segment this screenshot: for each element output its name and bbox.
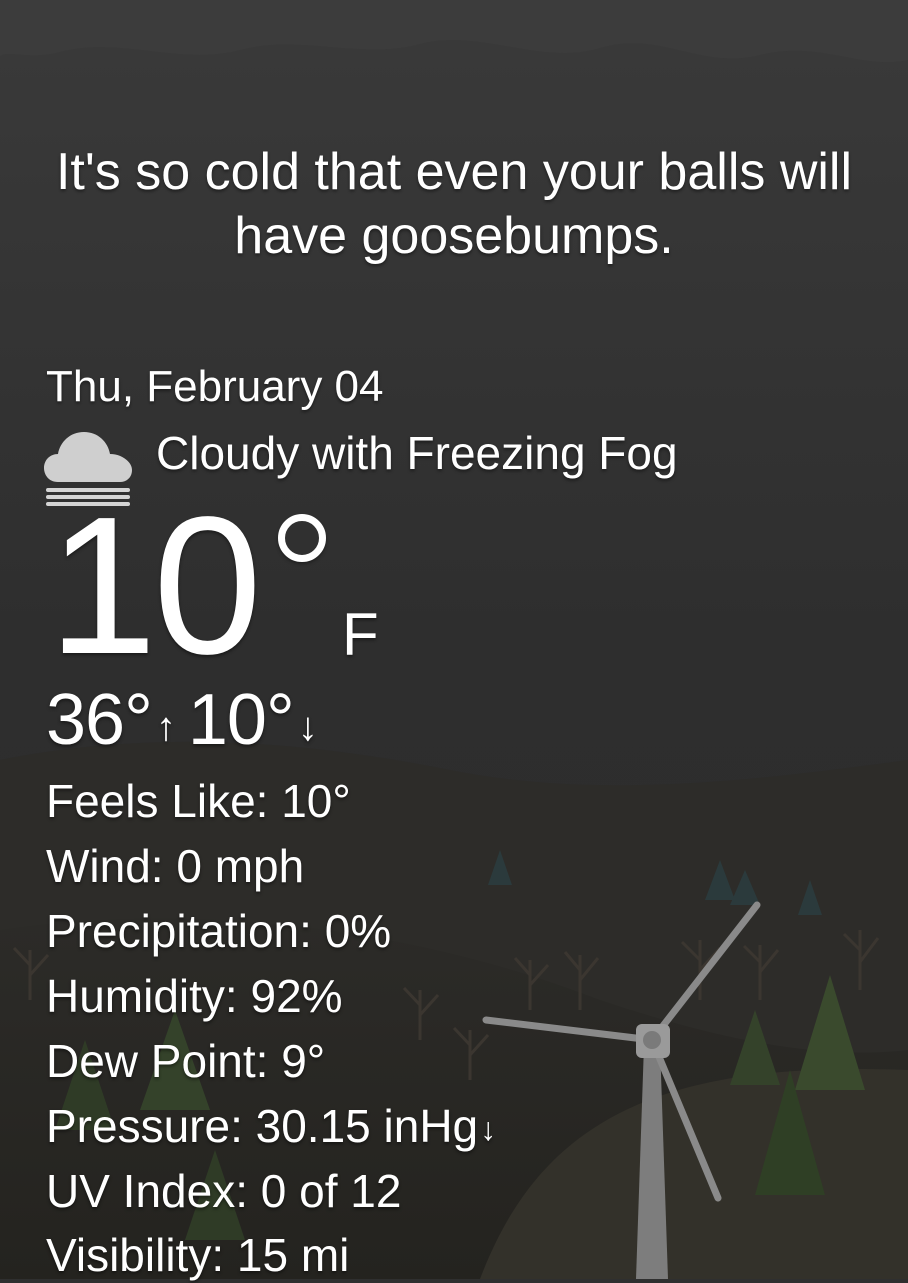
high-low-temperatures: 36° ↑ 10° ↓: [46, 680, 330, 771]
humidity: Humidity: 92%: [46, 970, 343, 1022]
temperature-unit: F: [342, 601, 379, 668]
arrow-up-icon: ↑: [155, 705, 176, 749]
forecast-date: Thu, February 04: [46, 362, 384, 411]
high-temperature: 36°: [46, 680, 153, 760]
arrow-down-icon: ↓: [297, 705, 318, 749]
current-temperature: 10: [48, 476, 262, 695]
visibility: Visibility: 15 mi: [46, 1229, 350, 1281]
pressure-row: Pressure: 30.15 inHg↓: [46, 1098, 496, 1159]
weather-quote: It's so cold that even your balls will h…: [55, 143, 853, 265]
uv-index: UV Index: 0 of 12: [46, 1165, 402, 1217]
feels-like: Feels Like: 10°: [46, 775, 351, 827]
condition-label: Cloudy with Freezing Fog: [156, 427, 678, 479]
pressure-trend-icon: ↓: [480, 1111, 497, 1147]
wind: Wind: 0 mph: [46, 840, 305, 892]
low-temperature: 10°: [187, 680, 295, 760]
dew-point: Dew Point: 9°: [46, 1035, 326, 1087]
pressure: Pressure: 30.15 inHg: [46, 1100, 479, 1152]
degree-symbol: [278, 514, 326, 562]
precipitation: Precipitation: 0%: [46, 905, 392, 957]
